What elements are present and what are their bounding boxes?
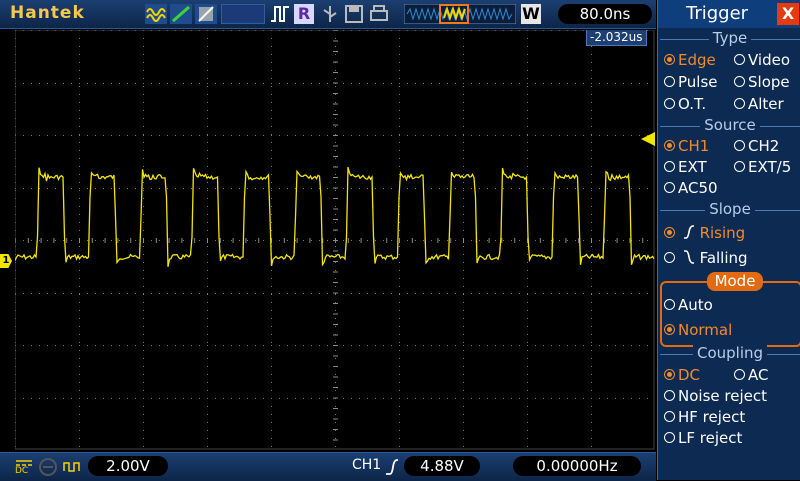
radio-icon (734, 161, 745, 172)
radio-icon (664, 76, 675, 87)
mode-section-title: Mode (707, 272, 763, 291)
radio-icon (734, 369, 745, 380)
source-section-title: Source (700, 116, 760, 134)
persistence-icon[interactable] (195, 4, 217, 24)
mode-option-auto[interactable]: Auto (664, 296, 713, 314)
waveform-mode-indicator[interactable]: W (521, 4, 541, 24)
frequency-readout: 0.00000Hz (513, 456, 641, 476)
rising-edge-icon (683, 225, 694, 239)
type-option-ot[interactable]: O.T. (664, 95, 706, 113)
wave-icon[interactable] (145, 4, 167, 24)
radio-icon (734, 54, 745, 65)
type-option-slope[interactable]: Slope (734, 73, 790, 91)
close-button[interactable]: X (777, 3, 799, 25)
source-option-ch1[interactable]: CH1 (664, 137, 709, 155)
type-option-edge[interactable]: Edge (664, 51, 716, 69)
ch1-volts-per-div[interactable]: 2.00V (88, 456, 168, 476)
timebase-readout[interactable]: 80.0ns (558, 4, 652, 24)
print-icon[interactable] (368, 4, 390, 24)
coupling-option-ac[interactable]: AC (734, 366, 768, 384)
rising-edge-icon (386, 459, 398, 475)
coupling-label: DC (15, 466, 29, 476)
trigger-status-icon (271, 6, 289, 22)
slope-option-rising[interactable]: Rising (664, 224, 745, 242)
coupling-option-noise-reject[interactable]: Noise reject (664, 387, 767, 405)
trigger-level-marker[interactable] (641, 132, 655, 146)
line-display-icon[interactable] (170, 4, 192, 24)
radio-icon (664, 432, 675, 443)
coupling-section: Coupling (660, 344, 800, 362)
radio-selected-icon (664, 54, 675, 65)
radio-selected-icon (664, 324, 675, 335)
waveform-display[interactable] (15, 30, 655, 450)
bottom-status-bar: DC 2.00V CH1 4.88V 0.00000Hz (0, 452, 656, 481)
source-section: Source (660, 116, 800, 134)
radio-icon (734, 98, 745, 109)
run-stop-indicator[interactable]: R (294, 4, 314, 24)
falling-edge-icon (683, 250, 694, 264)
type-option-pulse[interactable]: Pulse (664, 73, 718, 91)
status-box (221, 4, 265, 24)
radio-icon (664, 390, 675, 401)
type-option-video[interactable]: Video (734, 51, 790, 69)
type-section-title: Type (708, 29, 752, 47)
trigger-position-readout: -2.032us (586, 30, 647, 46)
source-option-ext5[interactable]: EXT/5 (734, 158, 791, 176)
brand-logo: Hantek (10, 3, 85, 23)
ch1-ground-marker[interactable]: 1 (0, 254, 12, 268)
usb-icon (323, 6, 337, 22)
mode-option-normal[interactable]: Normal (664, 321, 732, 339)
ch1-waveform (15, 166, 655, 267)
top-status-bar: Hantek R W 80.0ns (0, 0, 656, 29)
invert-icon (63, 462, 80, 472)
memory-overview-icon (404, 4, 516, 24)
trigger-menu-panel: Trigger X Type Edge Video Pulse Slope O.… (657, 0, 800, 480)
radio-icon (664, 252, 675, 263)
radio-icon (734, 140, 745, 151)
radio-icon (664, 98, 675, 109)
coupling-option-hf-reject[interactable]: HF reject (664, 408, 745, 426)
save-icon[interactable] (344, 4, 364, 24)
type-section: Type (660, 29, 800, 47)
source-option-ext[interactable]: EXT (664, 158, 707, 176)
radio-icon (664, 411, 675, 422)
radio-icon (664, 299, 675, 310)
radio-selected-icon (664, 227, 675, 238)
slope-section: Slope (660, 200, 800, 218)
source-option-ac50[interactable]: AC50 (664, 179, 718, 197)
trigger-level-readout[interactable]: 4.88V (404, 456, 480, 476)
trigger-source-label: CH1 (352, 457, 382, 473)
radio-icon (664, 182, 675, 193)
source-option-ch2[interactable]: CH2 (734, 137, 779, 155)
radio-selected-icon (664, 369, 675, 380)
slope-option-falling[interactable]: Falling (664, 249, 748, 267)
coupling-section-title: Coupling (692, 344, 768, 362)
radio-icon (734, 76, 745, 87)
type-option-alter[interactable]: Alter (734, 95, 784, 113)
coupling-option-dc[interactable]: DC (664, 366, 700, 384)
slope-section-title: Slope (705, 200, 755, 218)
radio-icon (664, 161, 675, 172)
radio-selected-icon (664, 140, 675, 151)
coupling-option-lf-reject[interactable]: LF reject (664, 429, 742, 447)
bandwidth-limit-icon (39, 458, 57, 476)
